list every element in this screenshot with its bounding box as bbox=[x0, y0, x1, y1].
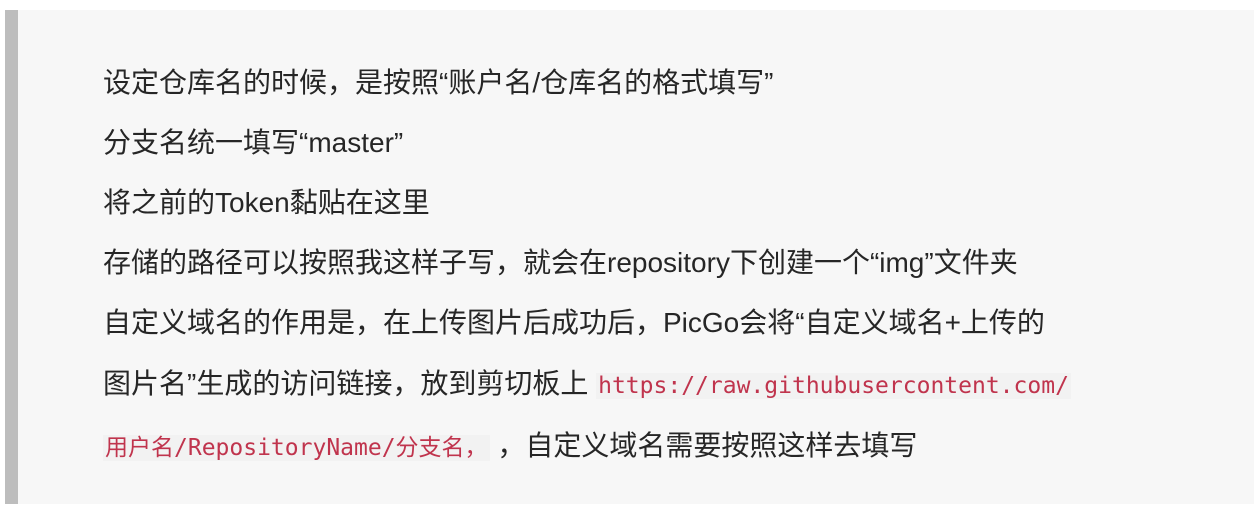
inline-code-url-part2: 用户名/RepositoryName/分支名， bbox=[103, 435, 490, 461]
paragraph-line-domain: 自定义域名的作用是，在上传图片后成功后，PicGo会将“自定义域名+上传的 bbox=[103, 307, 1045, 338]
paragraph-line-link-continued: 用户名/RepositoryName/分支名， ，自定义域名需要按照这样去填写 bbox=[103, 415, 1253, 477]
paragraph-line-repo-name: 设定仓库名的时候，是按照“账户名/仓库名的格式填写” bbox=[103, 67, 774, 98]
blockquote-content: 设定仓库名的时候，是按照“账户名/仓库名的格式填写” 分支名统一填写“maste… bbox=[103, 53, 1253, 477]
inline-code-url-part1: https://raw.githubusercontent.com/ bbox=[596, 373, 1071, 399]
paragraph-line-token: 将之前的Token黏贴在这里 bbox=[103, 187, 430, 218]
domain-instruction-text: ，自定义域名需要按照这样去填写 bbox=[489, 430, 918, 461]
blockquote: 设定仓库名的时候，是按照“账户名/仓库名的格式填写” 分支名统一填写“maste… bbox=[5, 10, 1254, 504]
paragraph-line-path: 存储的路径可以按照我这样子写，就会在repository下创建一个“img”文件… bbox=[103, 247, 1018, 278]
link-description-text: 图片名”生成的访问链接，放到剪切板上 bbox=[103, 368, 597, 399]
paragraph-line-branch: 分支名统一填写“master” bbox=[103, 127, 404, 158]
paragraph-line-link: 图片名”生成的访问链接，放到剪切板上 https://raw.githubuse… bbox=[103, 353, 1253, 415]
